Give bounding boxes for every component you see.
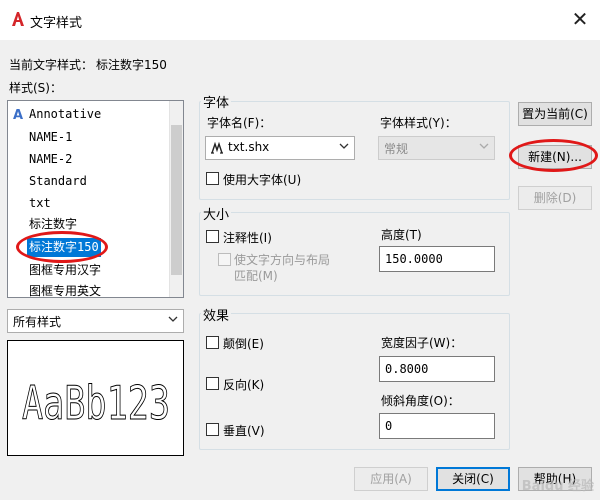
current-style-label: 当前文字样式：	[9, 58, 94, 72]
apply-button[interactable]: 应用(A)	[354, 467, 428, 491]
set-current-button[interactable]: 置为当前(C)	[518, 102, 592, 126]
backwards-label: 反向(K)	[223, 378, 265, 392]
preview-sample-text: AaBb123	[22, 376, 170, 430]
shx-font-icon	[211, 141, 223, 154]
preview-text-render: AaBb123	[22, 376, 171, 431]
chevron-down-icon	[339, 143, 349, 149]
font-style-label: 字体样式(Y)：	[380, 116, 457, 130]
width-factor-value: 0.8000	[385, 362, 429, 376]
styles-label: 样式(S)：	[9, 81, 62, 95]
font-name-label: 字体名(F)：	[207, 116, 272, 130]
style-filter-dropdown[interactable]: 所有样式	[7, 309, 184, 333]
height-label: 高度(T)	[381, 228, 422, 242]
font-style-value: 常规	[384, 142, 409, 156]
match-orientation-checkbox[interactable]	[218, 253, 231, 266]
new-style-button[interactable]: 新建(N)...	[518, 145, 592, 169]
match-orientation-label-1: 使文字方向与布局	[234, 253, 331, 267]
annotative-checkbox[interactable]	[206, 230, 219, 243]
font-group-title: 字体	[201, 92, 232, 111]
window-title: 文字样式	[30, 16, 83, 31]
list-item[interactable]: txt	[27, 194, 53, 213]
effects-group-title: 效果	[201, 305, 232, 324]
backwards-checkbox[interactable]	[206, 377, 219, 390]
width-factor-label: 宽度因子(W)：	[381, 336, 463, 350]
style-preview: AaBb123	[7, 340, 184, 456]
height-value: 150.0000	[385, 252, 443, 266]
close-window-icon[interactable]: ✕	[568, 6, 592, 32]
list-item[interactable]: 图框专用英文	[27, 282, 103, 297]
autocad-app-icon	[10, 11, 26, 27]
width-factor-input[interactable]: 0.8000	[379, 356, 495, 382]
oblique-angle-input[interactable]: 0	[379, 413, 495, 439]
height-input[interactable]: 150.0000	[379, 246, 495, 272]
upside-down-checkbox[interactable]	[206, 336, 219, 349]
size-group-title: 大小	[201, 204, 232, 223]
list-item[interactable]: 图框专用汉字	[27, 261, 103, 280]
font-name-dropdown[interactable]: txt.shx	[205, 136, 355, 160]
list-item[interactable]: 标注数字	[27, 215, 79, 234]
use-big-font-checkbox[interactable]	[206, 172, 219, 185]
annotative-label: 注释性(I)	[223, 231, 272, 245]
title-bar: 文字样式 ✕	[0, 0, 600, 40]
oblique-angle-value: 0	[385, 419, 393, 433]
list-item-selected[interactable]: 标注数字150	[27, 238, 101, 257]
list-item[interactable]: Annotative	[27, 105, 103, 124]
chevron-down-icon	[168, 316, 178, 322]
close-button[interactable]: 关闭(C)	[436, 467, 510, 491]
annotative-icon: A	[12, 108, 24, 123]
style-filter-value: 所有样式	[13, 315, 62, 329]
list-item[interactable]: Standard	[27, 172, 89, 191]
font-name-value: txt.shx	[228, 140, 270, 154]
vertical-checkbox[interactable]	[206, 423, 219, 436]
use-big-font-label: 使用大字体(U)	[223, 173, 302, 187]
style-list-scrollbar[interactable]	[169, 101, 183, 297]
style-list[interactable]: A Annotative NAME-1 NAME-2 Standard txt …	[7, 100, 184, 298]
current-style-value: 标注数字150	[96, 58, 167, 72]
font-style-dropdown[interactable]: 常规	[378, 136, 495, 160]
scrollbar-thumb[interactable]	[171, 125, 182, 275]
upside-down-label: 颠倒(E)	[223, 337, 264, 351]
match-orientation-label-2: 匹配(M)	[234, 269, 278, 283]
baidu-watermark: Baidu 经验	[521, 479, 594, 494]
vertical-label: 垂直(V)	[223, 424, 265, 438]
list-item[interactable]: NAME-2	[27, 150, 74, 169]
list-item[interactable]: NAME-1	[27, 128, 74, 147]
delete-style-button[interactable]: 删除(D)	[518, 186, 592, 210]
oblique-angle-label: 倾斜角度(O)：	[381, 394, 460, 408]
chevron-down-icon	[479, 143, 489, 149]
